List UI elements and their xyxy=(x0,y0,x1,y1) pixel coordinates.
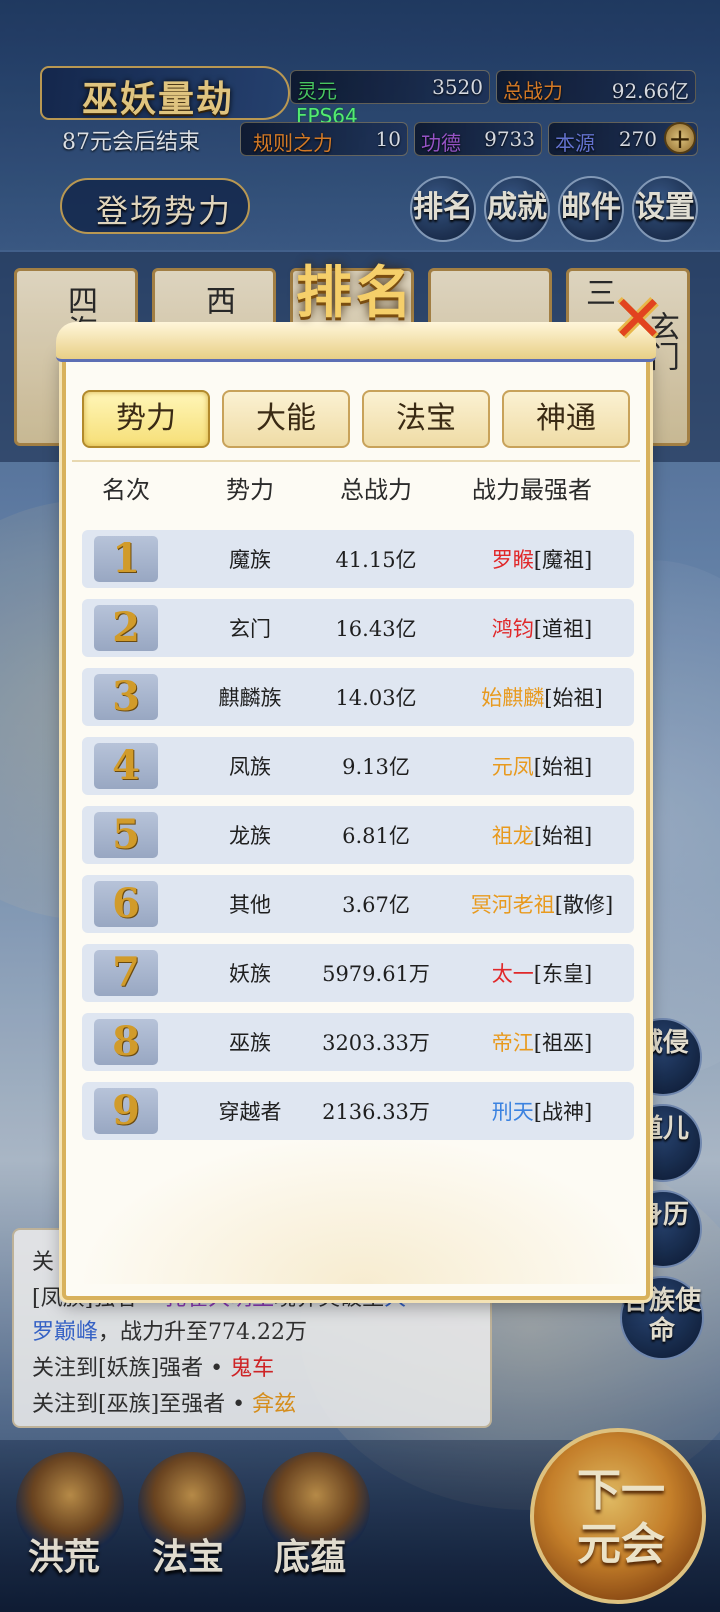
strongest-title: [祖巫] xyxy=(533,1031,593,1055)
power-cell: 3.67亿 xyxy=(342,893,410,917)
header-rank: 名次 xyxy=(102,476,150,504)
strongest-name: 刑天 xyxy=(491,1100,534,1124)
rank-badge: 8 xyxy=(94,1019,158,1065)
ranking-tabs: 势力 大能 法宝 神通 xyxy=(82,390,632,450)
strongest-cell: 帝江[祖巫] xyxy=(452,1027,632,1057)
rank-badge: 4 xyxy=(94,743,158,789)
header-total-power: 总战力 xyxy=(340,476,412,504)
faction-cell: 巫族 xyxy=(229,1031,271,1055)
strongest-cell: 刑天[战神] xyxy=(452,1096,632,1126)
faction-cell: 其他 xyxy=(229,893,271,917)
power-cell: 16.43亿 xyxy=(335,617,417,641)
strongest-name: 冥河老祖 xyxy=(470,893,555,917)
strongest-cell: 太一[东皇] xyxy=(452,958,632,988)
tab-faction[interactable]: 势力 xyxy=(82,390,210,448)
power-cell: 5979.61万 xyxy=(322,962,430,986)
table-row[interactable]: 1 魔族 41.15亿 罗睺[魔祖] xyxy=(82,530,634,588)
power-cell: 2136.33万 xyxy=(322,1100,430,1124)
strongest-cell: 罗睺[魔祖] xyxy=(452,544,632,574)
strongest-title: [始祖] xyxy=(533,824,593,848)
faction-cell: 玄门 xyxy=(229,617,271,641)
rank-badge: 5 xyxy=(94,812,158,858)
table-row[interactable]: 3 麒麟族 14.03亿 始麒麟[始祖] xyxy=(82,668,634,726)
strongest-title: [散修] xyxy=(554,893,614,917)
faction-cell: 凤族 xyxy=(229,755,271,779)
strongest-title: [魔祖] xyxy=(533,548,593,572)
rank-badge: 9 xyxy=(94,1088,158,1134)
table-row[interactable]: 2 玄门 16.43亿 鸿钧[道祖] xyxy=(82,599,634,657)
strongest-title: [战神] xyxy=(533,1100,593,1124)
table-row[interactable]: 5 龙族 6.81亿 祖龙[始祖] xyxy=(82,806,634,864)
table-row[interactable]: 9 穿越者 2136.33万 刑天[战神] xyxy=(82,1082,634,1140)
strongest-title: [始祖] xyxy=(533,755,593,779)
strongest-cell: 始麒麟[始祖] xyxy=(452,682,632,712)
strongest-name: 祖龙 xyxy=(491,824,534,848)
strongest-title: [道祖] xyxy=(533,617,593,641)
faction-cell: 麒麟族 xyxy=(218,686,282,710)
faction-cell: 魔族 xyxy=(229,548,271,572)
strongest-cell: 冥河老祖[散修] xyxy=(452,889,632,919)
table-row[interactable]: 7 妖族 5979.61万 太一[东皇] xyxy=(82,944,634,1002)
strongest-name: 始麒麟 xyxy=(481,686,545,710)
rank-badge: 7 xyxy=(94,950,158,996)
rank-badge: 6 xyxy=(94,881,158,927)
strongest-title: [始祖] xyxy=(544,686,603,710)
strongest-name: 元凤 xyxy=(491,755,534,779)
power-cell: 9.13亿 xyxy=(342,755,410,779)
close-icon[interactable]: ✕ xyxy=(610,288,666,352)
strongest-name: 鸿钧 xyxy=(491,617,534,641)
power-cell: 6.81亿 xyxy=(342,824,410,848)
tab-great-power[interactable]: 大能 xyxy=(222,390,350,448)
table-row[interactable]: 6 其他 3.67亿 冥河老祖[散修] xyxy=(82,875,634,933)
header-strongest: 战力最强者 xyxy=(472,476,592,504)
header-faction: 势力 xyxy=(226,476,274,504)
rank-badge: 1 xyxy=(94,536,158,582)
strongest-cell: 元凤[始祖] xyxy=(452,751,632,781)
strongest-name: 罗睺 xyxy=(491,548,534,572)
strongest-name: 太一 xyxy=(491,962,534,986)
table-row[interactable]: 8 巫族 3203.33万 帝江[祖巫] xyxy=(82,1013,634,1071)
power-cell: 14.03亿 xyxy=(335,686,417,710)
faction-cell: 穿越者 xyxy=(218,1100,282,1124)
faction-cell: 妖族 xyxy=(229,962,271,986)
modal-bottom-decoration xyxy=(76,1134,648,1284)
power-cell: 41.15亿 xyxy=(335,548,417,572)
strongest-cell: 鸿钧[道祖] xyxy=(452,613,632,643)
table-row[interactable]: 4 凤族 9.13亿 元凤[始祖] xyxy=(82,737,634,795)
rank-badge: 2 xyxy=(94,605,158,651)
strongest-title: [东皇] xyxy=(533,962,593,986)
strongest-name: 帝江 xyxy=(491,1031,534,1055)
modal-title: 排名 xyxy=(296,260,416,326)
tab-treasure[interactable]: 法宝 xyxy=(362,390,490,448)
divider xyxy=(72,460,640,462)
tab-divine-skill[interactable]: 神通 xyxy=(502,390,630,448)
strongest-cell: 祖龙[始祖] xyxy=(452,820,632,850)
power-cell: 3203.33万 xyxy=(322,1031,430,1055)
ranking-modal: 排名 ✕ 势力 大能 法宝 神通 名次 势力 总战力 战力最强者 1 魔族 41.1… xyxy=(56,260,665,1300)
rank-badge: 3 xyxy=(94,674,158,720)
faction-cell: 龙族 xyxy=(229,824,271,848)
